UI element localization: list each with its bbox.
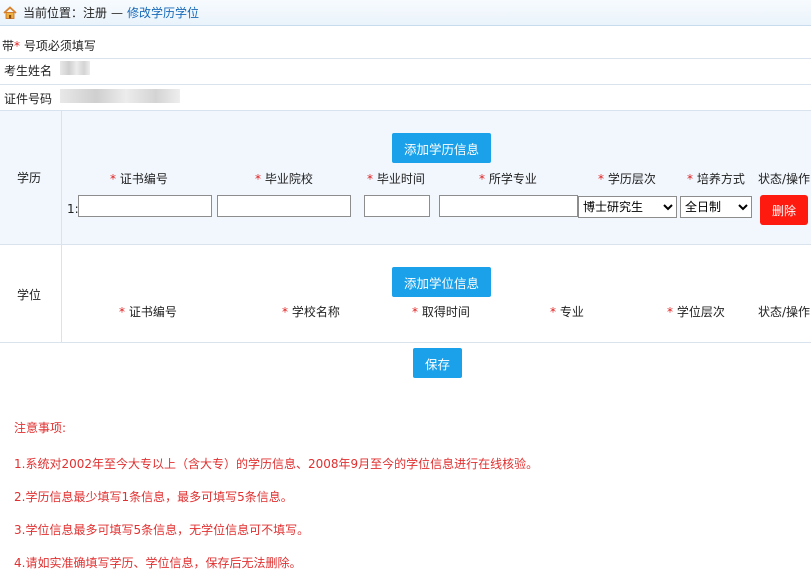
edu-header-status: 状态/操作 [758, 172, 811, 186]
divider [0, 244, 811, 245]
name-label: 考生姓名 [4, 64, 53, 78]
edu-header-major: * 所学专业 [479, 172, 537, 186]
notes-item: 4.请如实准确填写学历、学位信息，保存后无法删除。 [14, 556, 302, 570]
deg-header-school: * 学校名称 [282, 305, 340, 319]
edu-header-mode: * 培养方式 [687, 172, 745, 186]
deg-header-time: * 取得时间 [412, 305, 470, 319]
add-education-button[interactable]: 添加学历信息 [392, 133, 491, 163]
required-star: * [14, 39, 21, 53]
edu-major-input[interactable] [439, 195, 578, 217]
divider [0, 58, 811, 59]
save-button[interactable]: 保存 [413, 348, 462, 378]
breadcrumb-current[interactable]: 修改学历学位 [127, 4, 199, 21]
edu-header-level: * 学历层次 [598, 172, 656, 186]
edu-header-gradtime: * 毕业时间 [367, 172, 425, 186]
required-note: 带* 号项必须填写 [2, 37, 96, 54]
edu-mode-select[interactable]: 全日制 [680, 196, 752, 218]
edu-school-input[interactable] [217, 195, 351, 217]
divider [0, 342, 811, 343]
id-value-redacted [60, 89, 180, 103]
deg-header-level: * 学位层次 [667, 305, 725, 319]
breadcrumb-prefix: 当前位置：注册 [23, 6, 108, 20]
degree-title: 学位 [17, 288, 42, 302]
notes-item: 1.系统对2002年至今大专以上（含大专）的学历信息、2008年9月至今的学位信… [14, 457, 539, 471]
home-icon [3, 5, 17, 19]
id-label: 证件号码 [4, 92, 53, 106]
deg-header-status: 状态/操作 [758, 305, 811, 319]
delete-education-button[interactable]: 删除 [760, 195, 808, 225]
breadcrumb-separator: — [111, 5, 124, 20]
notes-item: 2.学历信息最少填写1条信息，最多可填写5条信息。 [14, 490, 293, 504]
notes-item: 3.学位信息最多可填写5条信息，无学位信息可不填写。 [14, 523, 310, 537]
name-value-redacted [60, 61, 90, 75]
education-title: 学历 [17, 171, 42, 185]
section-divider-vertical [61, 111, 62, 342]
deg-header-major: * 专业 [550, 305, 584, 319]
edu-header-school: * 毕业院校 [255, 172, 313, 186]
breadcrumb: 当前位置：注册 — 修改学历学位 [0, 0, 811, 26]
required-note-before: 带 [2, 39, 15, 53]
edu-row-index: 1: [67, 202, 79, 216]
notes-title: 注意事项: [14, 421, 67, 435]
deg-header-cert: * 证书编号 [119, 305, 177, 319]
edu-header-cert: * 证书编号 [110, 172, 168, 186]
required-note-after: 号项必须填写 [23, 39, 96, 53]
edu-level-select[interactable]: 博士研究生 [578, 196, 677, 218]
edu-gradtime-input[interactable] [364, 195, 430, 217]
add-degree-button[interactable]: 添加学位信息 [392, 267, 491, 297]
edu-cert-input[interactable] [78, 195, 212, 217]
divider [0, 84, 811, 85]
